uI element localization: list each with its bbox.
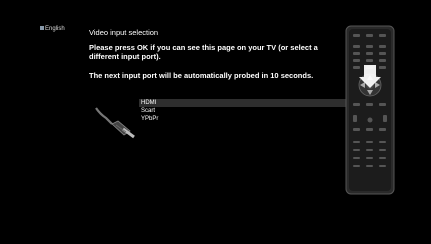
- input-port-list: HDMI Scart YPbPr: [139, 99, 349, 123]
- language-label: English: [45, 26, 65, 32]
- hdmi-cable-icon: [95, 107, 135, 139]
- language-indicator[interactable]: English: [40, 26, 65, 32]
- autoprobe-text: The next input port will be automaticall…: [89, 71, 314, 80]
- input-option-scart[interactable]: Scart: [139, 107, 349, 115]
- tv-screen: English Video input selection Please pre…: [0, 0, 431, 244]
- page-title: Video input selection: [89, 28, 159, 37]
- input-option-hdmi[interactable]: HDMI: [139, 99, 349, 107]
- remote-control-icon: [345, 25, 395, 195]
- flag-icon: [40, 26, 44, 31]
- instruction-text: Please press OK if you can see this page…: [89, 43, 318, 61]
- input-option-ypbpr[interactable]: YPbPr: [139, 115, 349, 123]
